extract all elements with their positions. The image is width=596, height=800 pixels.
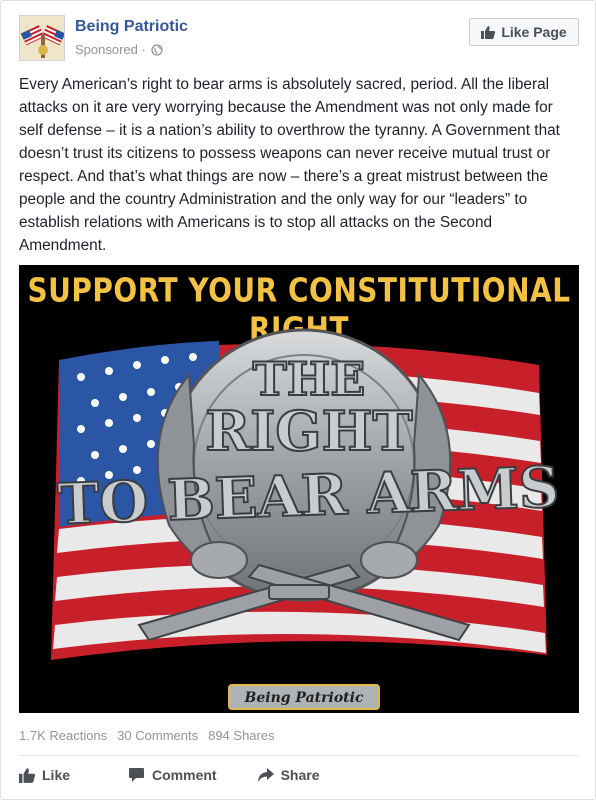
plaque-text: Being Patriotic [244,690,364,706]
comments-count[interactable]: 30 Comments [117,728,198,743]
comment-label: Comment [152,767,217,783]
thumbs-up-icon [19,767,35,783]
page-avatar[interactable] [19,15,65,61]
divider [19,755,579,756]
comment-button[interactable]: Comment [128,763,217,787]
buckle-text-the: THE [253,352,366,406]
like-page-label: Like Page [501,24,567,40]
reactions-count[interactable]: 1.7K Reactions [19,728,107,743]
like-label: Like [42,767,71,783]
like-button[interactable]: Like [19,763,70,787]
sponsored-label: Sponsored · [75,42,164,57]
action-bar: Like Comment Share [19,763,579,787]
right-eagle [360,541,418,579]
sponsored-text: Sponsored · [75,42,146,57]
belt-buckle-illustration: THE RIGHT TO BEAR ARMS Being Patriotic [51,328,561,710]
share-icon [257,768,274,782]
engagement-counts: 1.7K Reactions 30 Comments 894 Shares [19,728,275,743]
post-text: Every American’s right to bear arms is a… [19,76,560,254]
shares-count[interactable]: 894 Shares [208,728,275,743]
page-name-link[interactable]: Being Patriotic [75,18,188,36]
buckle-text-right: RIGHT [205,399,412,463]
comment-icon [129,768,145,782]
share-button[interactable]: Share [257,763,320,787]
globe-icon [151,44,164,56]
post-header: Being Patriotic Sponsored · Like Page [19,15,579,61]
post-image[interactable]: SUPPORT YOUR CONSTITUTIONAL RIGHT [19,265,579,713]
thumbs-up-icon [481,25,496,39]
avatar-flags-image [20,16,64,60]
share-label: Share [280,767,320,783]
left-eagle [190,541,248,579]
post-card: Being Patriotic Sponsored · Like Page Ev… [0,0,596,800]
like-page-button[interactable]: Like Page [469,18,579,46]
